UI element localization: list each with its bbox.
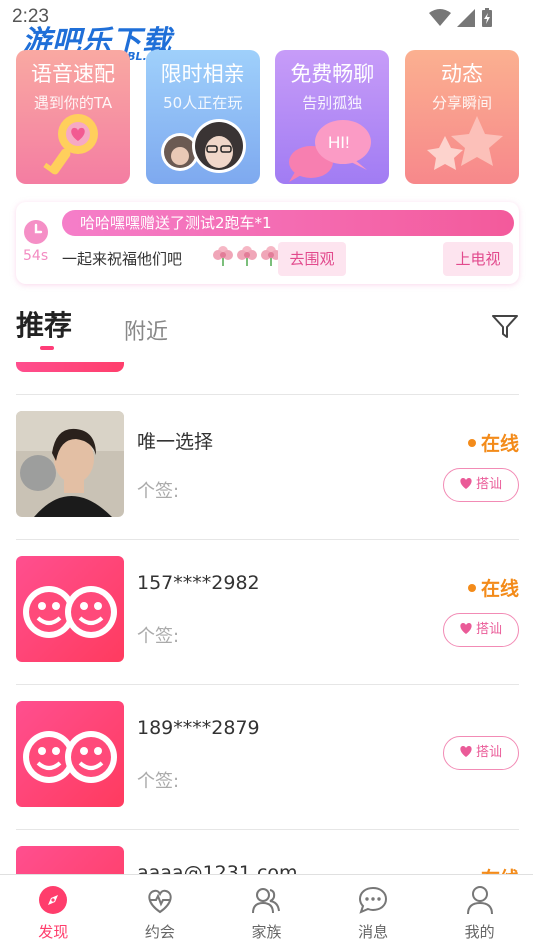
star-icon xyxy=(426,116,503,170)
voice-match-card[interactable]: 语音速配 遇到你的TA xyxy=(16,50,130,184)
signal-icon xyxy=(457,9,475,27)
chat-bubble-icon xyxy=(359,886,388,914)
app-logo-icon xyxy=(23,586,117,638)
list-item[interactable]: 189****2879 个签: 搭讪 xyxy=(16,701,519,809)
heart-pulse-icon xyxy=(148,889,172,914)
battery-icon xyxy=(482,8,492,27)
moments-card[interactable]: 动态 分享瞬间 xyxy=(404,50,519,184)
nav-label: 我的 xyxy=(464,923,495,941)
divider xyxy=(16,539,519,540)
user-name: 189****2879 xyxy=(137,717,260,739)
greet-button[interactable]: 搭讪 xyxy=(443,468,519,502)
countdown-timer: 54s xyxy=(23,248,49,264)
bottom-nav: 发现 约会 家族 消息 我的 xyxy=(0,874,533,948)
user-signature: 个签: xyxy=(137,771,180,792)
flower-icon xyxy=(213,246,233,266)
tab-nearby[interactable]: 附近 xyxy=(124,314,168,346)
user-signature: 个签: xyxy=(137,626,180,647)
online-status: 在线 xyxy=(467,574,519,601)
card-title: 限时相亲 xyxy=(160,62,245,86)
gift-marquee: 哈哈嘿嘿赠送了测试2跑车*1 xyxy=(62,210,514,236)
avatar[interactable] xyxy=(16,701,124,807)
blind-date-card[interactable]: 限时相亲 50人正在玩 xyxy=(145,50,260,184)
heart-icon xyxy=(460,746,472,757)
app-logo-icon xyxy=(23,731,117,783)
greet-label: 搭讪 xyxy=(475,477,502,492)
user-name: 唯一选择 xyxy=(137,431,214,453)
card-title: 免费畅聊 xyxy=(290,62,375,86)
nav-profile[interactable]: 我的 xyxy=(426,875,533,948)
list-item[interactable]: 唯一选择 个签: 在线 搭讪 xyxy=(16,411,519,519)
divider xyxy=(16,684,519,685)
hi-badge-text: HI! xyxy=(328,133,350,152)
user-name: 157****2982 xyxy=(137,572,260,594)
feed-tabs: 推荐 附近 xyxy=(16,302,519,352)
nav-messages[interactable]: 消息 xyxy=(320,875,427,948)
free-chat-card[interactable]: 免费畅聊 告别孤独 HI! xyxy=(275,50,390,184)
online-dot xyxy=(467,438,476,447)
flower-icon xyxy=(237,246,257,266)
greet-button[interactable]: 搭讪 xyxy=(443,736,519,770)
nav-family[interactable]: 家族 xyxy=(213,875,320,948)
avatar[interactable] xyxy=(16,556,124,662)
compass-icon xyxy=(39,886,68,914)
divider xyxy=(16,394,519,395)
group-icon xyxy=(252,888,281,914)
nav-dating[interactable]: 约会 xyxy=(107,875,214,948)
nav-label: 家族 xyxy=(251,923,282,941)
list-item-cropped[interactable] xyxy=(16,362,124,372)
go-on-tv-button[interactable]: 上电视 xyxy=(443,242,513,276)
avatar[interactable] xyxy=(16,411,124,517)
user-signature: 个签: xyxy=(137,481,180,502)
tab-recommend[interactable]: 推荐 xyxy=(16,304,72,344)
online-label: 在线 xyxy=(480,578,519,600)
nav-label: 消息 xyxy=(358,923,389,941)
chat-bubbles-icon: HI! xyxy=(289,120,372,182)
greet-button[interactable]: 搭讪 xyxy=(443,613,519,647)
divider xyxy=(16,829,519,830)
wifi-icon xyxy=(429,9,451,26)
online-status: 在线 xyxy=(467,429,519,456)
nav-discover[interactable]: 发现 xyxy=(0,875,107,948)
gift-broadcast-banner: 哈哈嘿嘿赠送了测试2跑车*1 54s 一起来祝福他们吧 去围观 上电视 xyxy=(16,202,519,284)
list-item[interactable]: 157****2982 个签: 在线 搭讪 xyxy=(16,556,519,664)
greet-label: 搭讪 xyxy=(475,745,502,760)
card-title: 语音速配 xyxy=(31,62,115,86)
banner-message: 一起来祝福他们吧 xyxy=(62,250,183,268)
gift-emojis xyxy=(212,244,282,266)
nav-label: 约会 xyxy=(144,923,175,941)
user-photo xyxy=(16,411,124,517)
clock-icon xyxy=(24,220,48,244)
person-icon xyxy=(466,886,493,915)
nav-label: 发现 xyxy=(38,923,69,941)
heart-key-icon xyxy=(43,114,98,175)
avatar-group-icon xyxy=(160,119,246,173)
greet-label: 搭讪 xyxy=(475,622,502,637)
tab-indicator xyxy=(40,346,54,350)
heart-icon xyxy=(460,623,472,634)
status-icons xyxy=(429,8,493,28)
online-dot xyxy=(467,583,476,592)
online-label: 在线 xyxy=(480,433,519,455)
filter-icon[interactable] xyxy=(491,312,519,340)
card-title: 动态 xyxy=(440,62,483,86)
heart-icon xyxy=(460,478,472,489)
watch-button[interactable]: 去围观 xyxy=(278,242,346,276)
feature-cards: 语音速配 遇到你的TA 限时相亲 50人正在玩 免费畅聊 告别孤独 HI! 动态… xyxy=(16,50,519,184)
